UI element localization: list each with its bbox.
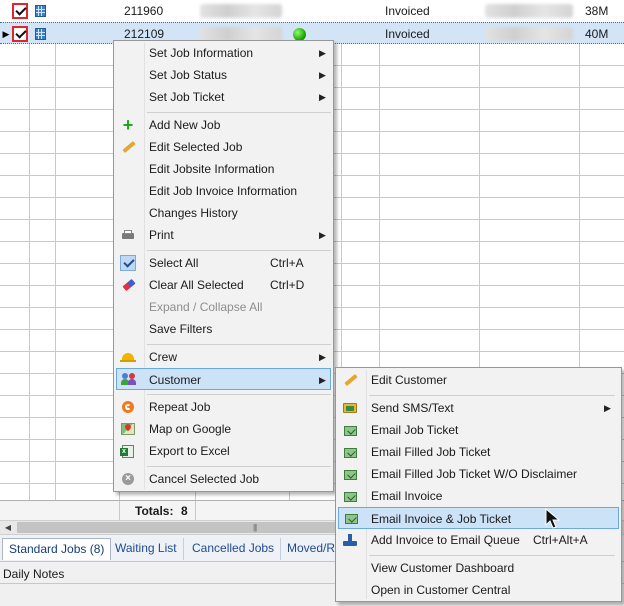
menu-item-email-filled-job-ticket-wo-disclaimer[interactable]: Email Filled Job Ticket W/O Disclaimer <box>338 463 619 485</box>
pencil-icon <box>120 139 136 155</box>
redacted-field <box>485 27 573 41</box>
submenu-arrow-icon: ▶ <box>319 70 326 80</box>
hardhat-icon <box>120 349 136 365</box>
menu-item-email-invoice-and-job-ticket[interactable]: Email Invoice & Job Ticket <box>338 507 619 529</box>
totals-value: 8 <box>181 504 188 518</box>
daily-notes-label: Daily Notes <box>3 567 65 581</box>
checkmark-icon <box>120 255 136 271</box>
tab-cancelled-jobs[interactable]: Cancelled Jobs <box>186 538 282 560</box>
menu-item-add-new-job[interactable]: + Add New Job <box>116 114 331 136</box>
job-size: 38M <box>585 4 609 18</box>
menu-item-save-filters[interactable]: Save Filters <box>116 318 331 340</box>
cancel-icon: × <box>120 471 136 487</box>
menu-item-edit-selected-job[interactable]: Edit Selected Job <box>116 136 331 158</box>
menu-item-edit-customer[interactable]: Edit Customer <box>338 369 619 391</box>
job-size: 40M <box>585 27 609 41</box>
menu-item-send-sms-text[interactable]: Send SMS/Text ▶ <box>338 397 619 419</box>
submenu-arrow-icon: ▶ <box>319 48 326 58</box>
scroll-left-icon[interactable]: ◀ <box>0 521 16 534</box>
printer-icon <box>120 227 136 243</box>
map-icon <box>120 421 136 437</box>
redacted-customer <box>200 27 282 41</box>
excel-icon: x <box>120 443 136 459</box>
menu-item-email-job-ticket[interactable]: Email Job Ticket <box>338 419 619 441</box>
menu-item-clear-all-selected[interactable]: Clear All Selected Ctrl+D <box>116 274 331 296</box>
menu-item-add-invoice-to-email-queue[interactable]: Add Invoice to Email Queue Ctrl+Alt+A <box>338 529 619 551</box>
sms-icon <box>342 400 358 416</box>
totals-label: Totals: <box>135 504 174 518</box>
tab-standard-jobs[interactable]: Standard Jobs (8) <box>2 538 112 560</box>
job-status: Invoiced <box>385 4 430 18</box>
table-row[interactable]: 211960 Invoiced 38M <box>0 0 624 22</box>
row-checkbox[interactable] <box>12 26 28 42</box>
plus-icon: + <box>122 115 134 135</box>
job-status: Invoiced <box>385 27 430 41</box>
menu-item-email-invoice[interactable]: Email Invoice <box>338 485 619 507</box>
menu-item-repeat-job[interactable]: Repeat Job <box>116 396 331 418</box>
queue-icon <box>342 532 358 548</box>
menu-item-view-customer-dashboard[interactable]: View Customer Dashboard <box>338 557 619 579</box>
menu-item-open-in-customer-central[interactable]: Open in Customer Central <box>338 579 619 601</box>
redacted-customer <box>200 4 282 18</box>
email-icon <box>343 510 359 526</box>
repeat-icon <box>120 399 136 415</box>
menu-item-changes-history[interactable]: Changes History <box>116 202 331 224</box>
eraser-icon <box>120 277 136 293</box>
menu-item-customer[interactable]: Customer ▶ <box>116 368 331 390</box>
menu-item-edit-jobsite-information[interactable]: Edit Jobsite Information <box>116 158 331 180</box>
mouse-cursor-icon <box>545 508 561 529</box>
menu-item-expand-collapse-all: Expand / Collapse All <box>149 300 263 314</box>
customer-submenu: Edit Customer Send SMS/Text ▶ Email Job … <box>335 367 622 602</box>
pencil-icon <box>342 372 358 388</box>
row-checkbox[interactable] <box>12 3 28 19</box>
grip-icon: ||| <box>253 523 257 532</box>
menu-item-set-job-ticket[interactable]: Set Job Ticket ▶ <box>116 86 331 108</box>
submenu-arrow-icon: ▶ <box>319 375 326 385</box>
menu-item-cancel-selected-job[interactable]: × Cancel Selected Job <box>116 468 331 490</box>
submenu-arrow-icon: ▶ <box>319 92 326 102</box>
menu-item-export-to-excel[interactable]: x Export to Excel <box>116 440 331 462</box>
row-indicator <box>0 0 12 22</box>
email-icon <box>342 422 358 438</box>
menu-item-crew[interactable]: Crew ▶ <box>116 346 331 368</box>
job-number: 211960 <box>124 4 164 18</box>
menu-item-set-job-information[interactable]: Set Job Information ▶ <box>116 42 331 64</box>
submenu-arrow-icon: ▶ <box>604 403 611 413</box>
tab-waiting-list[interactable]: Waiting List <box>109 538 184 560</box>
menu-item-edit-job-invoice-information[interactable]: Edit Job Invoice Information <box>116 180 331 202</box>
submenu-arrow-icon: ▶ <box>319 352 326 362</box>
menu-item-select-all[interactable]: Select All Ctrl+A <box>116 252 331 274</box>
calculator-icon[interactable] <box>35 28 46 40</box>
row-indicator: ▶ <box>2 29 10 39</box>
calculator-icon[interactable] <box>35 5 46 17</box>
menu-item-email-filled-job-ticket[interactable]: Email Filled Job Ticket <box>338 441 619 463</box>
email-icon <box>342 444 358 460</box>
email-icon <box>342 488 358 504</box>
redacted-field <box>485 4 573 18</box>
email-icon <box>342 466 358 482</box>
menu-item-print[interactable]: Print ▶ <box>116 224 331 246</box>
job-context-menu: Set Job Information ▶ Set Job Status ▶ S… <box>113 40 334 492</box>
people-icon <box>121 371 137 387</box>
menu-item-map-on-google[interactable]: Map on Google <box>116 418 331 440</box>
submenu-arrow-icon: ▶ <box>319 230 326 240</box>
menu-item-set-job-status[interactable]: Set Job Status ▶ <box>116 64 331 86</box>
